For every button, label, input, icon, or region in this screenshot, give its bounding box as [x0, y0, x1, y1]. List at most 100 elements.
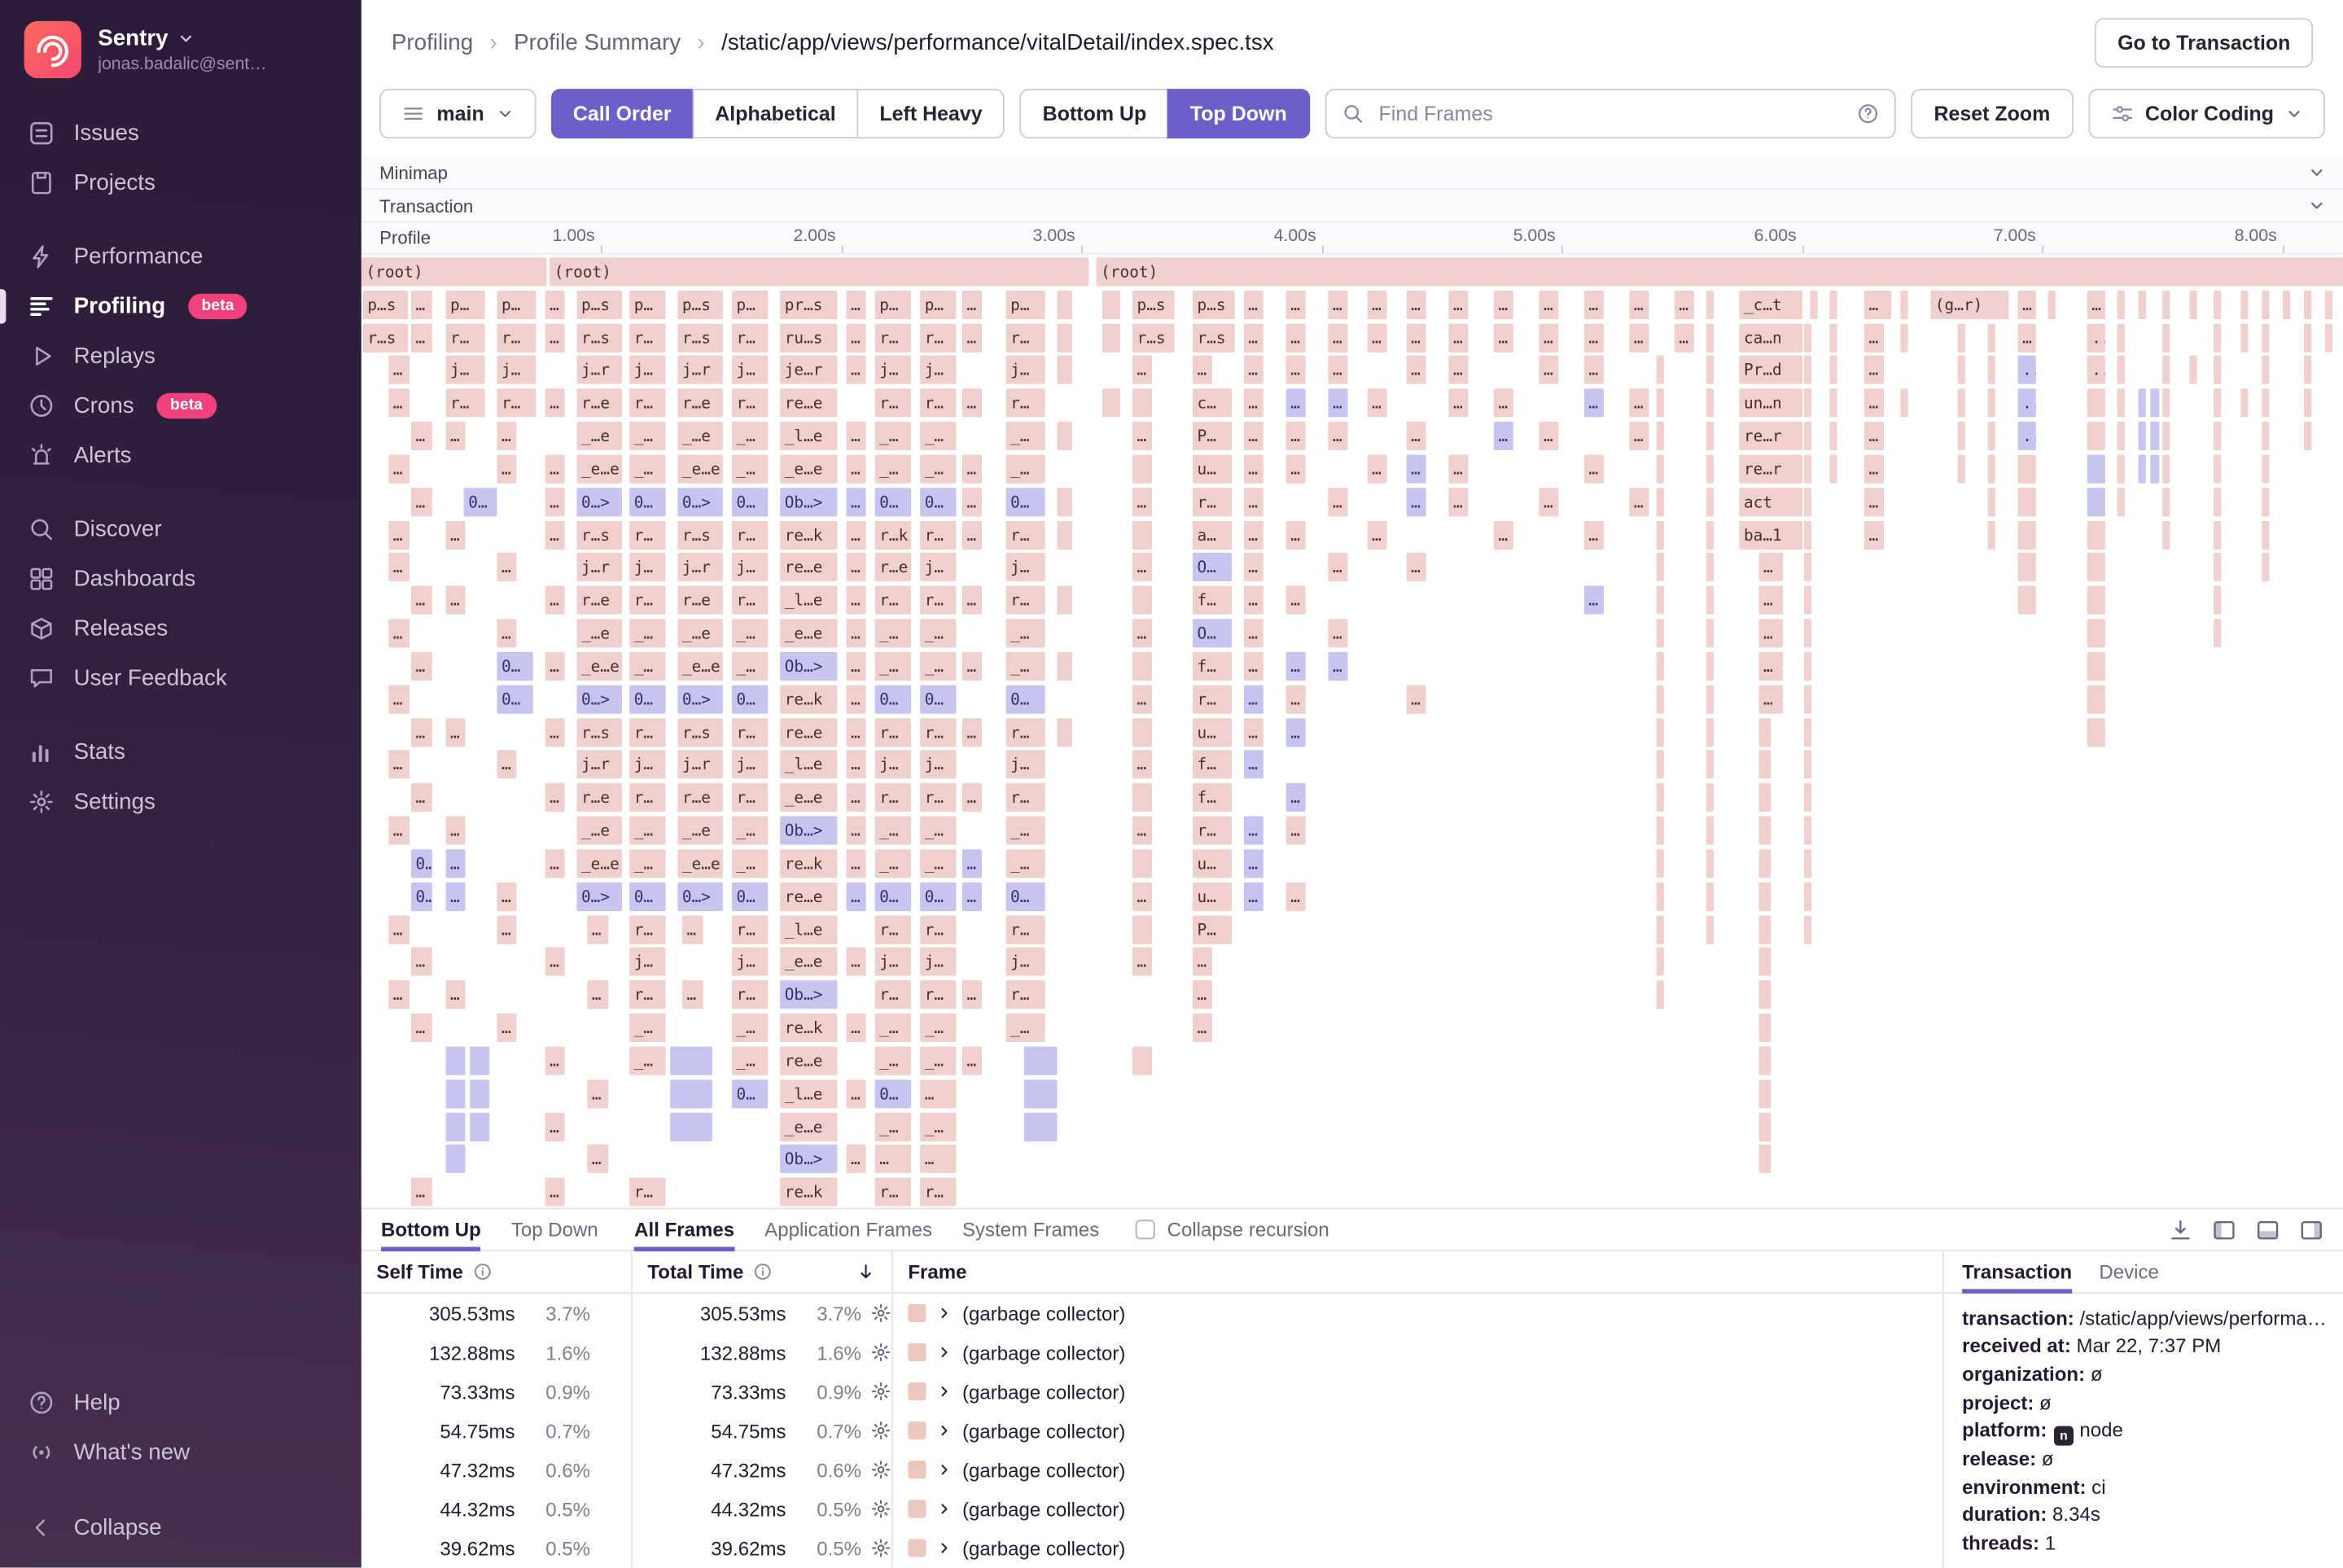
flame-frame[interactable]	[1804, 455, 1811, 484]
flame-frame[interactable]: …	[1758, 586, 1783, 615]
flame-frame[interactable]: …	[1675, 323, 1694, 352]
flame-frame[interactable]	[1657, 422, 1664, 450]
sidebar-item-performance[interactable]: Performance	[0, 232, 361, 282]
flame-frame[interactable]	[2214, 619, 2221, 647]
flame-frame[interactable]: 0…	[875, 1080, 911, 1108]
flame-frame[interactable]	[470, 1080, 489, 1108]
flame-frame[interactable]	[1024, 1046, 1058, 1075]
flame-frame[interactable]: 0…>	[576, 882, 621, 910]
flame-frame[interactable]: …	[847, 652, 866, 681]
flame-frame[interactable]	[1810, 291, 1817, 319]
flame-frame[interactable]: …	[1864, 422, 1884, 450]
flame-frame[interactable]	[1758, 882, 1771, 910]
flame-frame[interactable]: …	[847, 882, 866, 910]
flame-frame[interactable]: …	[446, 520, 466, 549]
flame-frame[interactable]	[1829, 291, 1837, 319]
flame-frame[interactable]	[1900, 291, 1907, 319]
flame-frame[interactable]: r…e	[576, 586, 621, 615]
flame-frame[interactable]: …	[1368, 291, 1387, 319]
flame-frame[interactable]: (root)	[550, 257, 1088, 286]
flame-frame[interactable]	[2214, 291, 2221, 319]
flame-frame[interactable]: …	[1675, 291, 1694, 319]
flame-frame[interactable]	[1657, 817, 1664, 845]
flame-frame[interactable]: _…	[1006, 817, 1045, 845]
flame-frame[interactable]	[2325, 291, 2332, 319]
flame-frame[interactable]: …	[1328, 554, 1347, 582]
flame-frame[interactable]: …	[446, 849, 466, 878]
flame-frame[interactable]	[1988, 389, 1995, 418]
flame-frame[interactable]	[446, 1145, 466, 1174]
flame-frame[interactable]	[1758, 1014, 1771, 1042]
flame-frame[interactable]: …	[962, 718, 982, 747]
flame-frame[interactable]: j…r	[576, 356, 621, 384]
flame-frame[interactable]: …	[1244, 652, 1263, 681]
flame-frame[interactable]	[1657, 488, 1664, 516]
flame-frame[interactable]: …	[962, 783, 982, 812]
flame-frame[interactable]: j…	[732, 948, 768, 976]
details-tab-device[interactable]: Device	[2099, 1251, 2159, 1292]
flame-frame[interactable]: _…e	[677, 619, 722, 647]
flame-frame[interactable]: r…k	[875, 520, 911, 549]
flame-frame[interactable]: 0…	[629, 685, 665, 713]
flame-frame[interactable]: …	[388, 751, 409, 779]
flame-frame[interactable]	[1804, 882, 1811, 910]
flame-frame[interactable]: …	[497, 422, 516, 450]
flame-frame[interactable]: r…	[732, 915, 768, 944]
flame-frame[interactable]: j…r	[677, 356, 722, 384]
flame-frame[interactable]	[1057, 586, 1071, 615]
flame-frame[interactable]	[1758, 751, 1771, 779]
sidebar-item-issues[interactable]: Issues	[0, 108, 361, 158]
flame-frame[interactable]: j…	[629, 554, 665, 582]
flame-frame[interactable]	[1804, 323, 1811, 352]
flame-frame[interactable]: …	[1244, 323, 1263, 352]
flame-frame[interactable]: …	[962, 520, 982, 549]
flame-frame[interactable]: …	[2018, 291, 2036, 319]
checkbox[interactable]	[1136, 1220, 1155, 1239]
flame-frame[interactable]	[2018, 488, 2036, 516]
flame-frame[interactable]: r…e	[677, 586, 722, 615]
flame-frame[interactable]: ..	[2018, 389, 2036, 418]
flame-frame[interactable]: …	[545, 849, 565, 878]
flame-frame[interactable]: 0…	[1006, 488, 1045, 516]
flame-frame[interactable]: _…	[1006, 422, 1045, 450]
flame-frame[interactable]: …	[446, 422, 466, 450]
flame-frame[interactable]: …	[847, 455, 866, 484]
flame-frame[interactable]: 0…	[920, 685, 956, 713]
flame-frame[interactable]: …	[1758, 554, 1783, 582]
flame-frame[interactable]: ca…n	[1739, 323, 1802, 352]
flame-frame[interactable]	[2304, 389, 2311, 418]
flame-frame[interactable]	[1758, 718, 1771, 747]
sidebar-item-help[interactable]: Help	[0, 1377, 361, 1427]
flame-frame[interactable]	[1988, 422, 1995, 450]
flame-frame[interactable]: r…	[1006, 323, 1045, 352]
flame-frame[interactable]: …	[545, 783, 565, 812]
flame-frame[interactable]	[2162, 488, 2170, 516]
flame-frame[interactable]	[2262, 389, 2269, 418]
flame-frame[interactable]: r…	[732, 783, 768, 812]
flame-frame[interactable]	[1706, 356, 1714, 384]
flame-frame[interactable]	[2262, 323, 2269, 352]
flame-frame[interactable]: _…	[875, 1112, 911, 1141]
flame-frame[interactable]: r…	[732, 520, 768, 549]
table-row[interactable]: 132.88ms1.6%132.88ms1.6%(garbage collect…	[361, 1333, 1942, 1372]
flame-frame[interactable]: j…	[920, 948, 956, 976]
flame-frame[interactable]	[1804, 849, 1811, 878]
flame-frame[interactable]: 0…	[497, 652, 532, 681]
flame-frame[interactable]: …	[446, 817, 466, 845]
flame-frame[interactable]: …	[497, 455, 516, 484]
sidebar-item-dashboards[interactable]: Dashboards	[0, 554, 361, 604]
flame-frame[interactable]: …	[1244, 520, 1263, 549]
find-frames-input[interactable]	[1376, 101, 1845, 126]
sidebar-item-crons[interactable]: Cronsbeta	[0, 381, 361, 431]
flame-frame[interactable]: …	[1629, 488, 1649, 516]
flame-frame[interactable]: …	[411, 652, 432, 681]
flame-frame[interactable]: …	[847, 488, 866, 516]
flame-frame[interactable]	[1706, 488, 1714, 516]
flame-frame[interactable]: …	[2018, 323, 2036, 352]
flame-frame[interactable]: r…s	[1193, 323, 1235, 352]
flame-frame[interactable]	[1829, 323, 1837, 352]
flame-frame[interactable]: r…	[920, 981, 956, 1010]
flame-frame[interactable]: 0…	[732, 1080, 768, 1108]
flame-frame[interactable]	[1758, 915, 1771, 944]
flame-frame[interactable]: p…	[920, 291, 956, 319]
